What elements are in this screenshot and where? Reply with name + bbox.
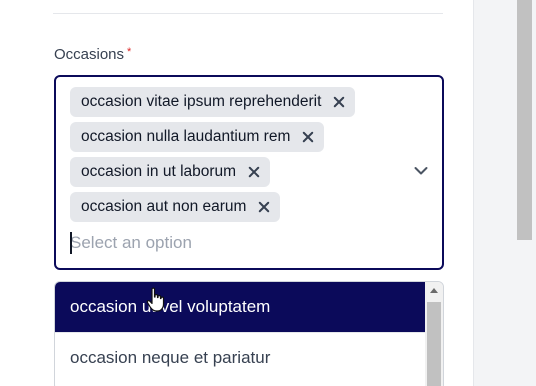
- chip-label: occasion aut non earum: [81, 198, 247, 215]
- selected-chip: occasion aut non earum: [70, 192, 281, 222]
- required-mark: *: [127, 46, 132, 58]
- field-label: Occasions *: [54, 46, 131, 63]
- option-item[interactable]: occasion neque et pariatur: [55, 332, 425, 382]
- option-item[interactable]: occasion ut vel voluptatem: [55, 282, 425, 332]
- chip-label: occasion nulla laudantium rem: [81, 128, 291, 145]
- search-input[interactable]: [70, 230, 390, 256]
- chevron-down-icon[interactable]: [414, 166, 428, 176]
- dropdown-scrollbar[interactable]: [425, 282, 443, 386]
- close-icon[interactable]: [258, 201, 270, 213]
- chip-label: occasion in ut laborum: [81, 163, 237, 180]
- selected-chip: occasion vitae ipsum reprehenderit: [70, 87, 356, 117]
- field-label-text: Occasions: [54, 46, 125, 63]
- dropdown-scrollbar-thumb[interactable]: [427, 302, 441, 386]
- close-icon[interactable]: [248, 166, 260, 178]
- form-panel: Occasions * occasion vitae ipsum reprehen…: [0, 0, 474, 386]
- close-icon[interactable]: [333, 96, 345, 108]
- close-icon[interactable]: [302, 131, 314, 143]
- page-scrollbar-thumb[interactable]: [517, 0, 532, 240]
- occasions-multiselect[interactable]: occasion vitae ipsum reprehenderit occas…: [54, 75, 444, 270]
- arrow-up-icon[interactable]: [430, 288, 438, 293]
- section-divider: [53, 13, 443, 14]
- hand-cursor-icon: [146, 287, 165, 312]
- options-dropdown: occasion ut vel voluptatem occasion nequ…: [54, 281, 444, 386]
- selected-chip: occasion nulla laudantium rem: [70, 122, 325, 152]
- chip-label: occasion vitae ipsum reprehenderit: [81, 93, 322, 110]
- selected-chip: occasion in ut laborum: [70, 157, 271, 187]
- text-caret: [70, 232, 72, 254]
- page-scrollbar[interactable]: [513, 0, 536, 386]
